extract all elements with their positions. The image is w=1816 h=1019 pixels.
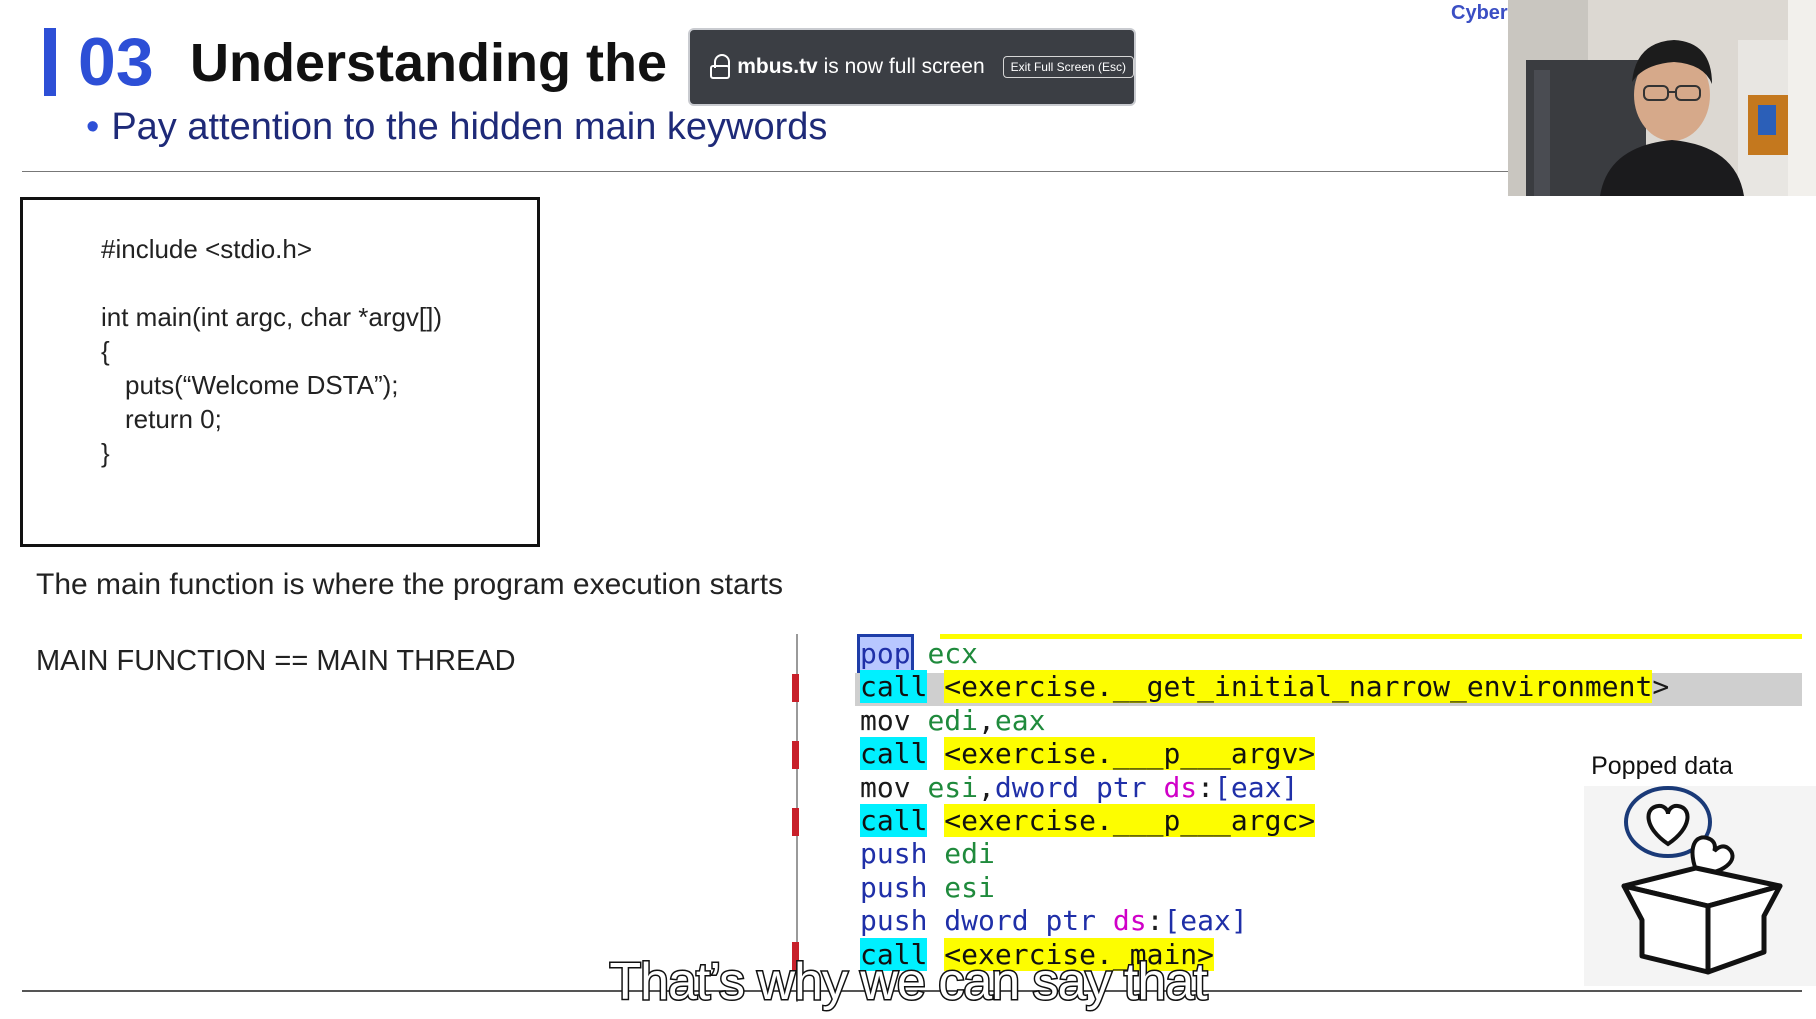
operand: <exercise.___p___argv> xyxy=(944,737,1316,771)
code-line: int main(int argc, char *argv[]) xyxy=(101,302,443,332)
operand: ecx xyxy=(927,637,979,670)
opcode: push xyxy=(860,904,928,938)
opcode: call xyxy=(860,737,928,771)
opcode: mov xyxy=(860,703,911,737)
disassembly-line[interactable]: call <exercise.___p___argv> xyxy=(860,737,1316,771)
subtitle-text: Pay attention to the hidden main keyword… xyxy=(111,106,828,148)
fullscreen-notice: mbus.tv is now full screen Exit Full Scr… xyxy=(688,28,1136,106)
operand: : xyxy=(1197,770,1215,804)
video-caption: That’s why we can say that xyxy=(608,952,1209,1013)
disassembly-line[interactable]: push edi xyxy=(860,838,995,870)
fullscreen-message-text: is now full screen xyxy=(817,55,985,78)
operand: ds xyxy=(1112,904,1147,938)
operand: [eax] xyxy=(1163,904,1248,938)
operand: eax xyxy=(994,703,1046,737)
disassembly-line[interactable]: mov esi,dword ptr ds:[eax] xyxy=(860,770,1299,804)
opcode: call xyxy=(860,670,928,704)
opcode: push xyxy=(860,837,928,871)
previous-line-highlight xyxy=(940,634,1802,639)
operand: > xyxy=(1652,670,1670,704)
disassembly-line[interactable]: push dword ptr ds:[eax] xyxy=(860,905,1248,937)
brand-text: Cyber xyxy=(1451,2,1508,24)
opcode: mov xyxy=(860,770,911,804)
code-line: } xyxy=(101,438,110,468)
opcode: pop xyxy=(857,634,914,673)
opcode: call xyxy=(860,804,928,837)
code-box: #include <stdio.h> int main(int argc, ch… xyxy=(20,197,540,547)
operand: <exercise.__get_initial_narrow_environme… xyxy=(944,670,1653,704)
popped-data-label: Popped data xyxy=(1591,752,1733,780)
fullscreen-message: mbus.tv is now full screen xyxy=(737,55,984,79)
operand: edi xyxy=(927,703,979,737)
breakpoint-marker[interactable] xyxy=(792,741,799,770)
code-line: puts(“Welcome DSTA”); xyxy=(125,370,399,400)
webcam-image xyxy=(1508,0,1816,196)
operand: ds xyxy=(1163,770,1198,804)
exit-fullscreen-button[interactable]: Exit Full Screen (Esc) xyxy=(1002,56,1134,78)
operand: <exercise.___p___argc> xyxy=(944,804,1316,837)
lock-icon xyxy=(710,54,730,80)
operand: , xyxy=(978,770,995,804)
header-divider xyxy=(22,171,1508,172)
operand: [eax] xyxy=(1214,770,1299,804)
disassembly-line[interactable]: push esi xyxy=(860,870,995,904)
slide-number: 03 xyxy=(78,24,154,100)
operand: edi xyxy=(944,837,995,871)
main-equivalence-text: MAIN FUNCTION == MAIN THREAD xyxy=(36,645,516,677)
operand: esi xyxy=(944,870,995,904)
disassembly-line[interactable]: call <exercise.__get_initial_narrow_envi… xyxy=(860,670,1670,704)
breakpoint-marker[interactable] xyxy=(792,674,799,703)
fullscreen-domain: mbus.tv xyxy=(737,55,818,78)
description-text: The main function is where the program e… xyxy=(36,568,784,601)
operand: , xyxy=(978,703,995,737)
disassembly-line[interactable]: mov edi,eax xyxy=(860,703,1046,737)
title-accent-bar xyxy=(44,28,56,96)
breakpoint-marker[interactable] xyxy=(792,808,799,836)
bullet-icon: • xyxy=(86,106,100,148)
presenter-webcam xyxy=(1508,0,1816,196)
operand: dword ptr xyxy=(944,904,1113,938)
operand: : xyxy=(1146,904,1164,938)
code-line: #include <stdio.h> xyxy=(101,234,313,264)
code-line: { xyxy=(101,336,110,366)
opcode: push xyxy=(860,870,928,904)
disassembly-line[interactable]: call <exercise.___p___argc> xyxy=(860,804,1316,837)
operand: esi xyxy=(927,770,979,804)
operand: dword ptr xyxy=(994,770,1164,804)
code-line: return 0; xyxy=(125,404,222,434)
slide-title: Understanding the xyxy=(190,33,668,93)
disassembly-line[interactable]: pop ecx xyxy=(857,634,979,673)
slide-subtitle: • Pay attention to the hidden main keywor… xyxy=(86,106,827,149)
